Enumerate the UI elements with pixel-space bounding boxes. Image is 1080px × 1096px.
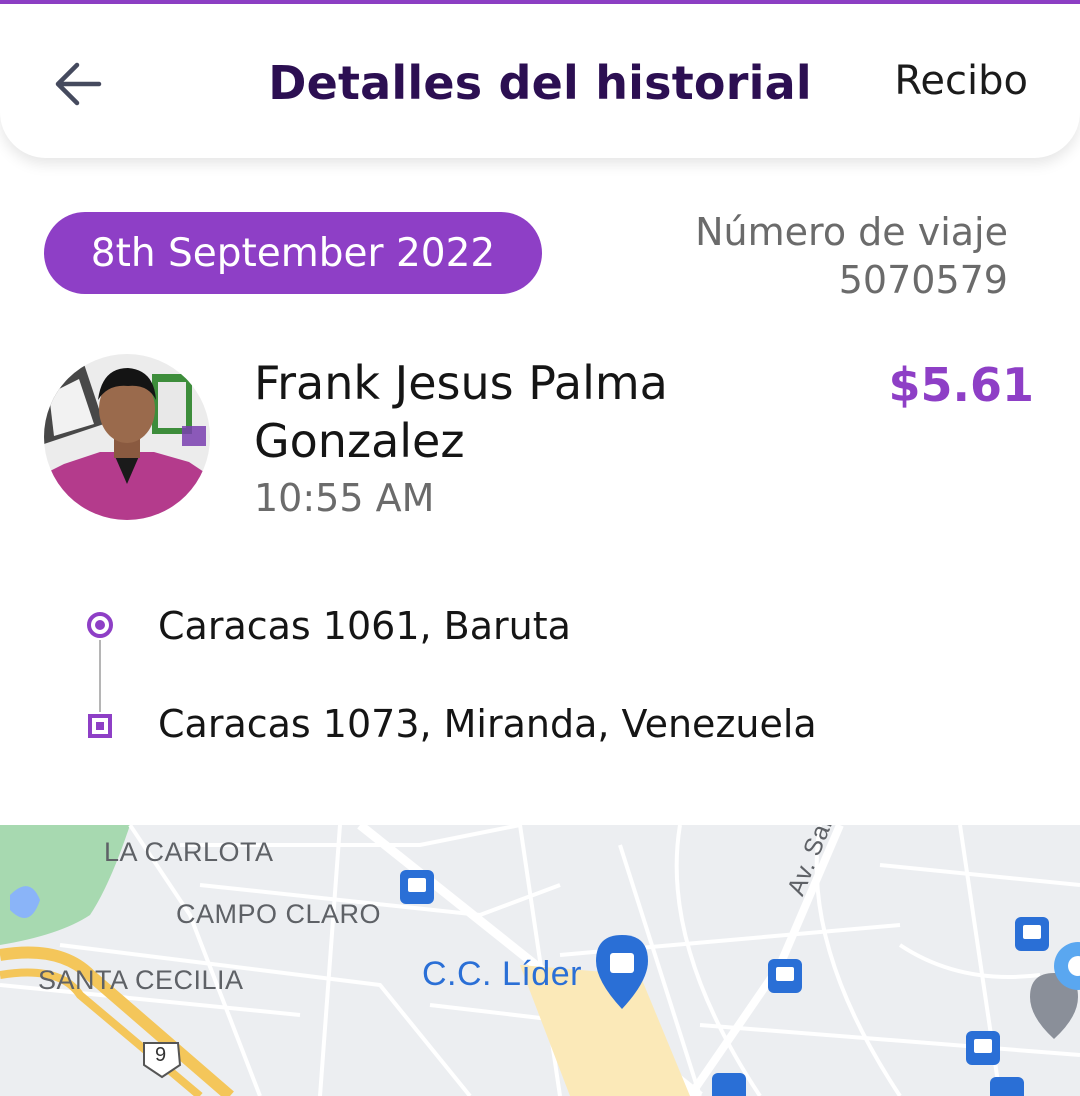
app-header: Detalles del historial Recibo <box>0 4 1080 158</box>
receipt-button[interactable]: Recibo <box>894 58 1028 104</box>
trip-number-label: Número de viaje <box>695 210 1008 254</box>
origin-address: Caracas 1061, Baruta <box>158 604 571 648</box>
trip-number-value: 5070579 <box>838 258 1008 302</box>
map-label-cc-lider[interactable]: C.C. Líder <box>422 955 582 994</box>
driver-avatar <box>44 354 210 520</box>
route-shield-label: 9 <box>155 1044 167 1066</box>
ride-time: 10:55 AM <box>254 476 435 520</box>
map-label-la-carlota: LA CARLOTA <box>104 837 274 867</box>
driver-name: Frank Jesus Palma Gonzalez <box>254 356 668 468</box>
destination-address: Caracas 1073, Miranda, Venezuela <box>158 702 817 746</box>
destination-marker-icon <box>88 714 112 738</box>
route-connector <box>99 640 101 712</box>
ride-price: $5.61 <box>888 358 1034 412</box>
map-label-campo-claro: CAMPO CLARO <box>176 899 382 929</box>
trip-date-badge: 8th September 2022 <box>44 212 542 294</box>
map-label-santa-cecilia: SANTA CECILIA <box>38 965 244 995</box>
driver-photo <box>44 354 210 520</box>
origin-marker-icon <box>87 612 113 638</box>
route-map[interactable]: LA CARLOTA CAMPO CLARO SANTA CECILIA C.C… <box>0 825 1080 1096</box>
trip-number-block: Número de viaje 5070579 <box>695 208 1008 304</box>
